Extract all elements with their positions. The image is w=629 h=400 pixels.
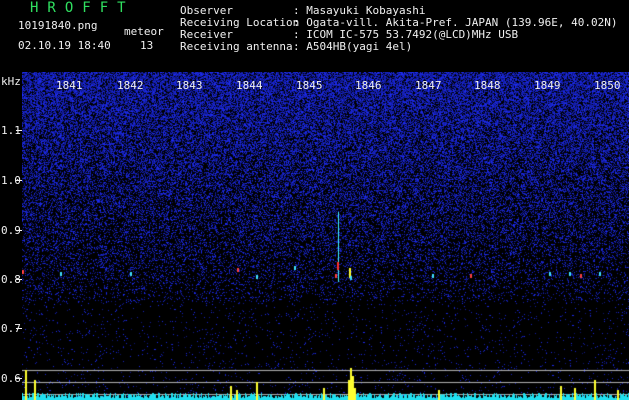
x-tick-label-1848: 1848: [474, 79, 501, 92]
x-tick-label-1845: 1845: [296, 79, 323, 92]
meteor-count: 13: [140, 39, 154, 52]
x-tick-label-1844: 1844: [236, 79, 263, 92]
y-tick-mark: [16, 130, 22, 131]
y-unit-label: kHz: [1, 75, 21, 88]
antenna-value: : A504HB(yagi 4el): [293, 40, 413, 53]
filename-label: 10191840.png: [18, 19, 98, 32]
meteor-label: meteor: [124, 25, 164, 38]
x-tick-label-1847: 1847: [415, 79, 442, 92]
x-tick-label-1843: 1843: [176, 79, 203, 92]
x-tick-label-1841: 1841: [56, 79, 83, 92]
y-tick-mark: [16, 230, 22, 231]
header-panel: HROFFT 10191840.png 02.10.19 18:40 meteo…: [0, 0, 629, 72]
y-tick-mark: [16, 328, 22, 329]
x-tick-label-1842: 1842: [117, 79, 144, 92]
y-tick-mark: [16, 279, 22, 280]
hrofft-logo: HROFFT: [30, 0, 135, 16]
x-tick-label-1849: 1849: [534, 79, 561, 92]
x-tick-label-1846: 1846: [355, 79, 382, 92]
y-tick-mark: [16, 180, 22, 181]
spectrogram-canvas: [22, 72, 629, 400]
y-tick-mark: [16, 378, 22, 379]
datetime-label: 02.10.19 18:40: [18, 39, 111, 52]
antenna-label: Receiving antenna: [180, 40, 293, 53]
x-tick-label-1850: 1850: [594, 79, 621, 92]
